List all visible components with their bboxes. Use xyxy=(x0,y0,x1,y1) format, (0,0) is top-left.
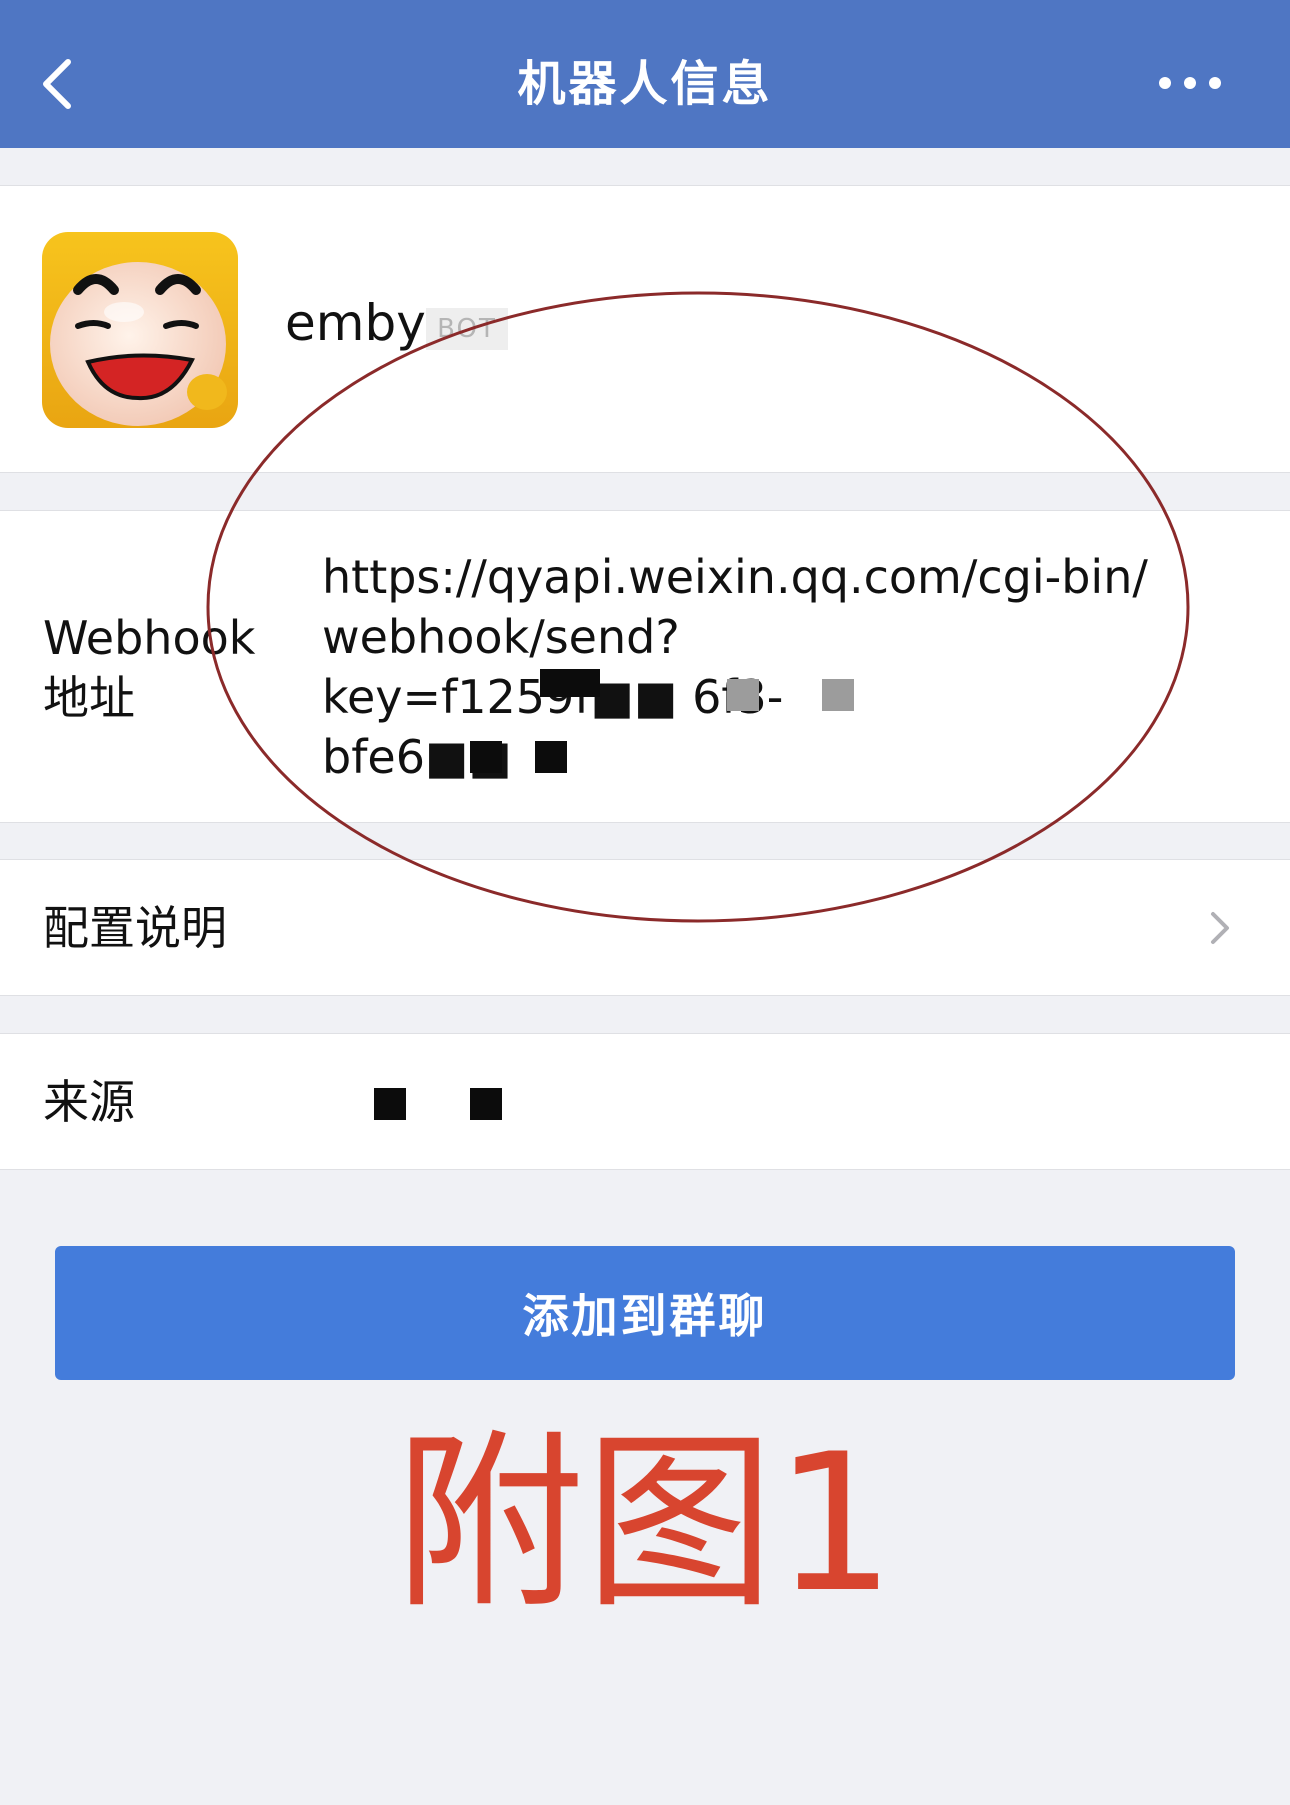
redaction-block xyxy=(470,1088,502,1120)
source-label: 来源 xyxy=(43,1075,135,1129)
bot-profile-card: emby BOT xyxy=(0,185,1290,473)
top-navigation-bar: 机器人信息 xyxy=(0,0,1290,148)
redaction-block xyxy=(727,679,759,711)
source-row: 来源 xyxy=(0,1033,1290,1170)
redaction-block xyxy=(822,679,854,711)
redaction-block xyxy=(470,741,502,773)
add-to-group-chat-button[interactable]: 添加到群聊 xyxy=(55,1246,1235,1380)
bot-badge: BOT xyxy=(426,308,508,350)
config-instructions-row[interactable]: 配置说明 xyxy=(0,859,1290,996)
webhook-label: Webhook 地址 xyxy=(43,608,273,728)
chevron-right-icon xyxy=(1211,912,1229,944)
source-value xyxy=(322,1072,622,1132)
webhook-label-text: Webhook 地址 xyxy=(43,611,256,725)
figure-caption: 附图1 xyxy=(394,1413,896,1634)
redaction-block xyxy=(374,1088,406,1120)
webhook-url[interactable]: https://qyapi.weixin.qq.com/cgi-bin/ web… xyxy=(322,547,1202,787)
bot-name: emby xyxy=(285,294,426,352)
webhook-row: Webhook 地址 https://qyapi.weixin.qq.com/c… xyxy=(0,510,1290,823)
config-label: 配置说明 xyxy=(43,901,227,955)
page-title: 机器人信息 xyxy=(517,56,773,112)
smiling-face-avatar[interactable] xyxy=(42,232,238,428)
more-dots-icon[interactable] xyxy=(1150,70,1230,96)
redaction-block xyxy=(540,669,600,697)
redaction-block xyxy=(535,741,567,773)
